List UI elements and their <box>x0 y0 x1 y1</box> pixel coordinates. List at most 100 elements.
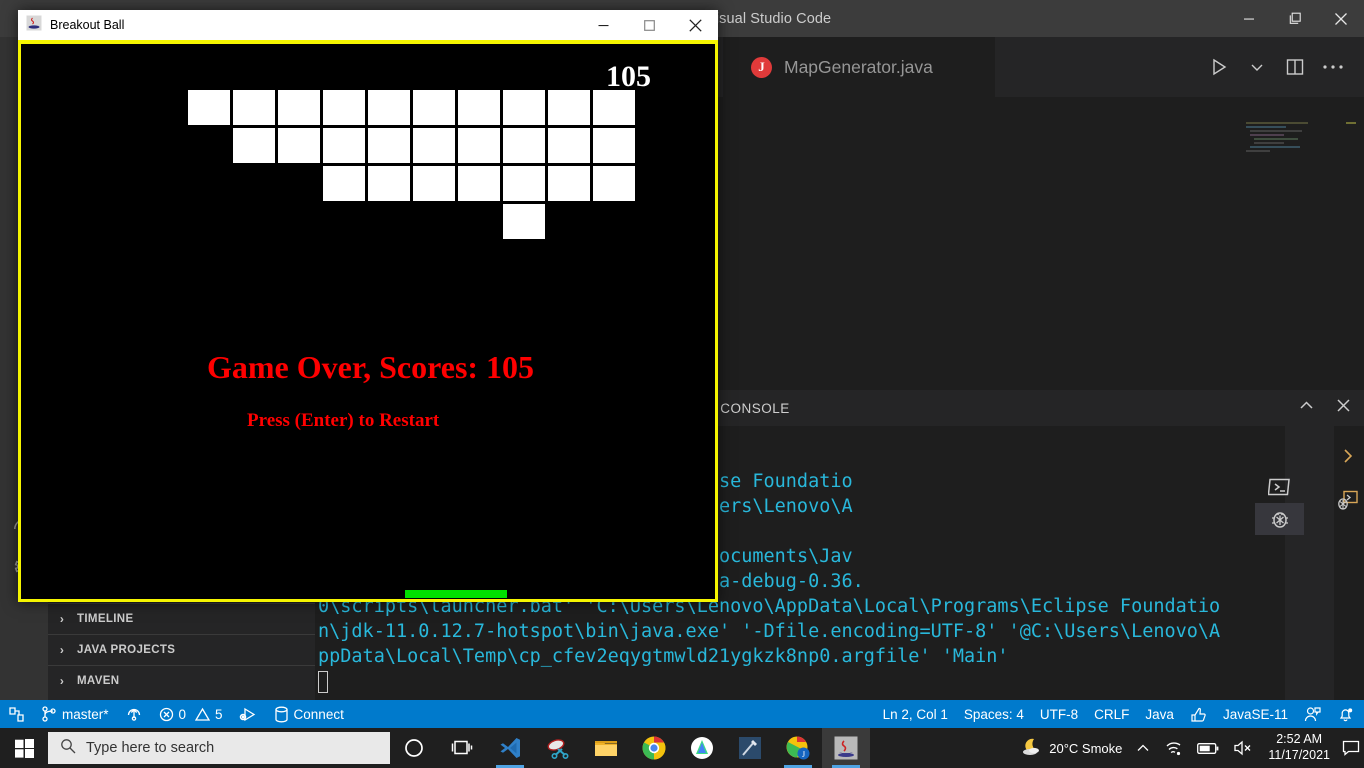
search-box[interactable]: Type here to search <box>48 732 390 764</box>
brick <box>413 128 455 163</box>
run-debug-status[interactable] <box>231 700 266 728</box>
feedback-icon[interactable] <box>1296 700 1329 728</box>
problems-status[interactable]: 0 5 <box>151 700 231 728</box>
paddle[interactable] <box>405 590 507 598</box>
notification-icon[interactable] <box>1338 728 1364 768</box>
sidebar-section-java-projects[interactable]: › JAVA PROJECTS <box>48 634 315 665</box>
chrome-icon[interactable] <box>630 728 678 768</box>
encoding[interactable]: UTF-8 <box>1032 700 1086 728</box>
show-hidden-icons-button[interactable] <box>1129 728 1157 768</box>
chevron-down-icon[interactable] <box>1240 50 1274 84</box>
window-controls <box>1226 0 1364 37</box>
task-view-icon[interactable] <box>438 728 486 768</box>
search-icon <box>60 738 76 758</box>
brick <box>278 128 320 163</box>
wifi-icon[interactable] <box>1157 728 1190 768</box>
indentation[interactable]: Spaces: 4 <box>956 700 1032 728</box>
sidebar-section-timeline[interactable]: › TIMELINE <box>48 603 315 634</box>
brick <box>233 90 275 125</box>
snip-sketch-icon[interactable] <box>534 728 582 768</box>
game-title: Breakout Ball <box>50 18 124 32</box>
brick <box>458 166 500 201</box>
brick <box>503 128 545 163</box>
sync-changes[interactable] <box>117 700 151 728</box>
brick <box>593 166 635 201</box>
chevron-right-icon[interactable] <box>1338 446 1358 471</box>
editor-position[interactable]: Ln 2, Col 1 <box>875 700 956 728</box>
game-minimize-button[interactable] <box>580 10 626 40</box>
brick <box>323 90 365 125</box>
brick <box>188 90 230 125</box>
chevron-right-icon: › <box>54 643 70 657</box>
language-mode[interactable]: Java <box>1137 700 1182 728</box>
terminal-line: n\jdk-11.0.12.7-hotspot\bin\java.exe' '-… <box>318 621 1220 642</box>
eol[interactable]: CRLF <box>1086 700 1137 728</box>
status-bar: master* 0 5 <box>0 700 1364 728</box>
brick <box>413 90 455 125</box>
brick <box>593 128 635 163</box>
debug-console-add-icon[interactable] <box>1336 488 1360 517</box>
thumbs-up-icon[interactable] <box>1182 700 1215 728</box>
volume-mute-icon[interactable] <box>1226 728 1260 768</box>
file-explorer-icon[interactable] <box>582 728 630 768</box>
brick <box>503 166 545 201</box>
brick <box>458 128 500 163</box>
screen: Main.java - JavaProjects - Visual Studio… <box>0 0 1364 768</box>
maximize-button[interactable] <box>1272 0 1318 37</box>
panel-right-icons <box>1334 426 1364 711</box>
sidebar-section-label: JAVA PROJECTS <box>77 644 175 656</box>
weather-widget[interactable]: 20°C Smoke <box>1014 728 1129 768</box>
clock[interactable]: 2:52 AM 11/17/2021 <box>1260 732 1338 763</box>
minimize-button[interactable] <box>1226 0 1272 37</box>
branch-label: master* <box>62 707 109 722</box>
clock-date: 11/17/2021 <box>1268 748 1330 764</box>
brick <box>278 90 320 125</box>
run-icon[interactable] <box>1202 50 1236 84</box>
error-count: 0 <box>179 707 187 722</box>
taskbar-icons: J <box>390 728 870 768</box>
tab-mapgenerator-java[interactable]: J MapGenerator.java <box>723 37 995 97</box>
tool-icon[interactable] <box>726 728 774 768</box>
java-runtime[interactable]: JavaSE-11 <box>1215 700 1296 728</box>
brick <box>368 166 410 201</box>
game-close-button[interactable] <box>672 10 718 40</box>
chrome-java-icon[interactable]: J <box>774 728 822 768</box>
source-control-branch[interactable]: master* <box>33 700 117 728</box>
close-icon[interactable] <box>1335 397 1352 419</box>
search-placeholder: Type here to search <box>86 740 214 756</box>
ellipsis-icon[interactable] <box>1316 50 1350 84</box>
sidebar-section-maven[interactable]: › MAVEN <box>48 665 315 696</box>
brick <box>548 90 590 125</box>
brick <box>458 90 500 125</box>
java-app-icon[interactable] <box>822 728 870 768</box>
debug-console-icon[interactable] <box>1255 503 1304 535</box>
notifications-bell-icon[interactable] <box>1329 700 1362 728</box>
sidebar-section-label: MAVEN <box>77 675 119 687</box>
brick <box>503 90 545 125</box>
brick <box>548 128 590 163</box>
sidebar-section-label: TIMELINE <box>77 613 133 625</box>
brick <box>548 166 590 201</box>
brick <box>323 166 365 201</box>
battery-icon[interactable] <box>1190 728 1226 768</box>
database-connect[interactable]: Connect <box>266 700 352 728</box>
close-button[interactable] <box>1318 0 1364 37</box>
terminal-icon[interactable] <box>1255 471 1304 503</box>
start-button[interactable] <box>0 728 48 768</box>
split-editor-icon[interactable] <box>1278 50 1312 84</box>
android-studio-icon[interactable] <box>678 728 726 768</box>
terminal-line: ppData\Local\Temp\cp_cfev2eqygtmwld21ygk… <box>318 646 1009 667</box>
minimap[interactable] <box>1246 122 1356 162</box>
breakout-game-window[interactable]: Breakout Ball 105 Game Over, Scores: 105… <box>18 10 718 602</box>
chevron-up-icon[interactable] <box>1298 397 1315 419</box>
cortana-icon[interactable] <box>390 728 438 768</box>
panel-side-tabs <box>1285 426 1334 711</box>
game-canvas[interactable]: 105 Game Over, Scores: 105 Press (Enter)… <box>18 40 718 602</box>
tab-label: MapGenerator.java <box>784 57 933 78</box>
weather-label: 20°C Smoke <box>1049 741 1122 756</box>
brick <box>233 128 275 163</box>
vscode-icon[interactable] <box>486 728 534 768</box>
brick <box>503 204 545 239</box>
game-maximize-button[interactable] <box>626 10 672 40</box>
remote-indicator[interactable] <box>0 700 33 728</box>
